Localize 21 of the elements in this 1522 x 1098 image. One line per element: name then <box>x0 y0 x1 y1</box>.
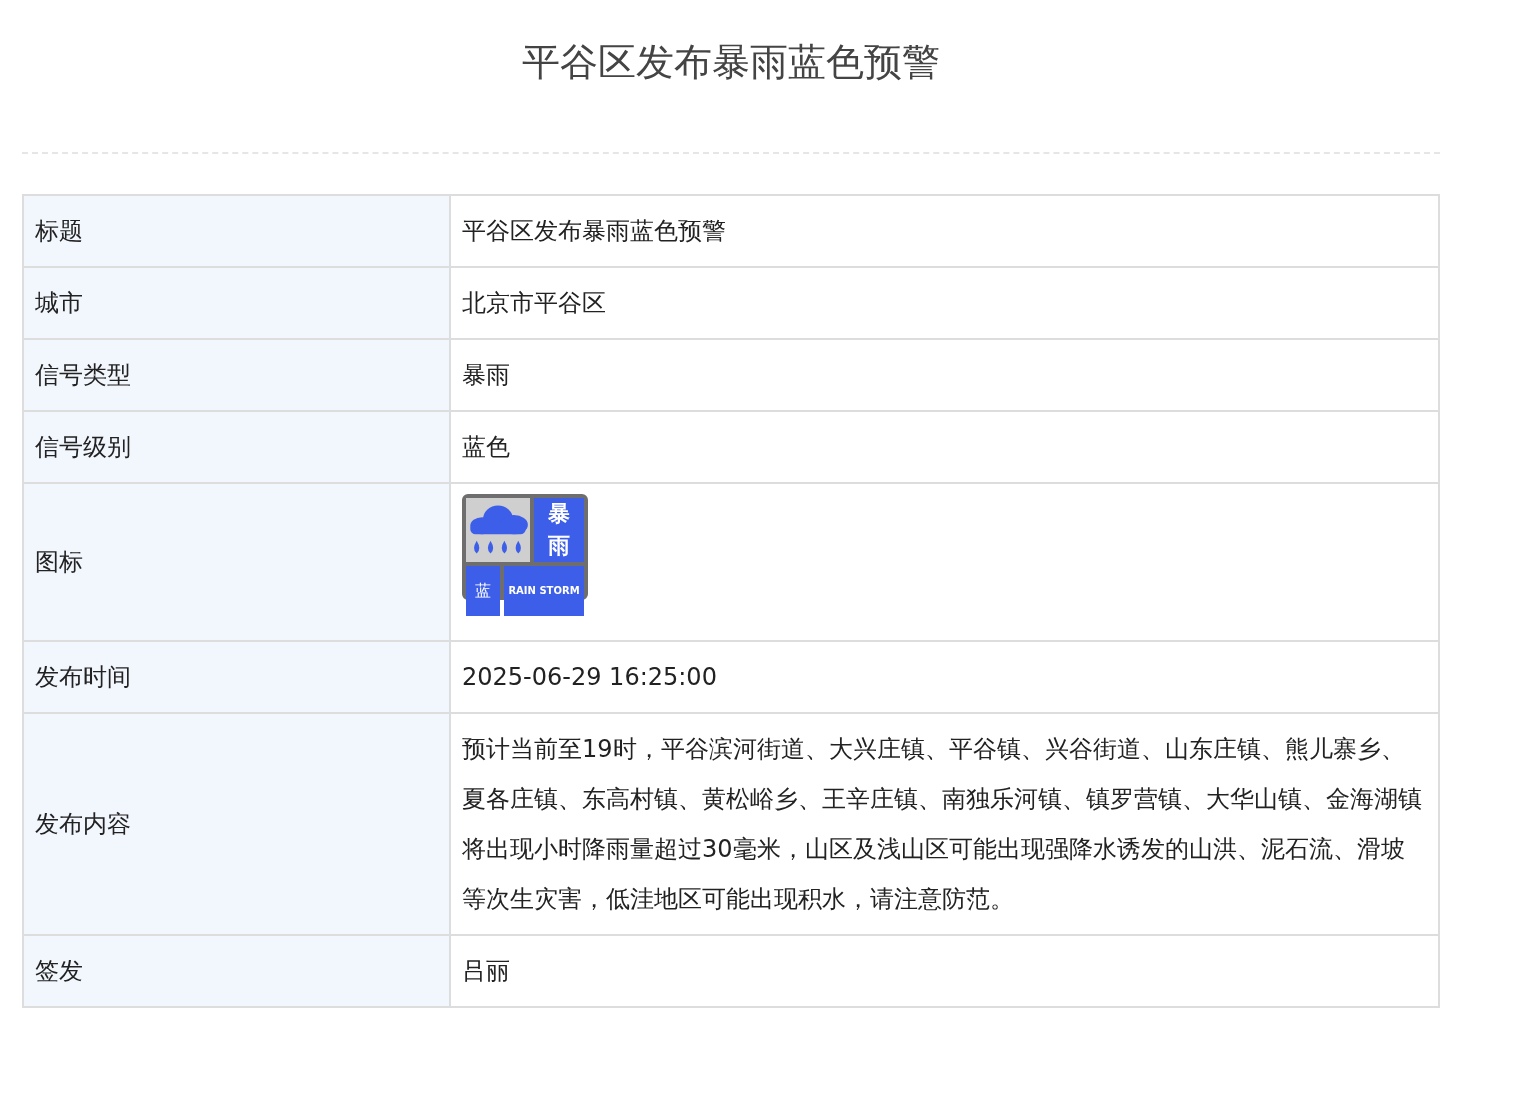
field-value: 北京市平谷区 <box>450 267 1439 339</box>
sign-caption: RAIN STORM <box>504 566 584 616</box>
field-label: 信号级别 <box>23 411 450 483</box>
sign-level: 蓝 <box>466 566 500 616</box>
field-value: 暴雨 <box>450 339 1439 411</box>
field-label: 发布内容 <box>23 713 450 935</box>
rain-cloud-icon <box>466 498 530 562</box>
field-label: 标题 <box>23 195 450 267</box>
field-label: 城市 <box>23 267 450 339</box>
sign-character: 暴 <box>548 501 570 527</box>
field-value: 预计当前至19时，平谷滨河街道、大兴庄镇、平谷镇、兴谷街道、山东庄镇、熊儿寨乡、夏各庄镇、东高村镇、黄松峪乡、王辛庄镇、南独乐河镇、镇罗营镇、大华山镇、金海湖镇将出现小时降雨量超过30毫米，山区及浅山区可能出现强降水诱发的山洪、泥石流、滑坡等次生灾害，低洼地区可能出现积水，请注意防范。 <box>450 713 1439 935</box>
field-value: 2025-06-29 16:25:00 <box>450 641 1439 713</box>
field-value: 蓝色 <box>450 411 1439 483</box>
sign-character: 雨 <box>548 533 570 559</box>
field-label: 签发 <box>23 935 450 1007</box>
field-value: 吕丽 <box>450 935 1439 1007</box>
field-label: 信号类型 <box>23 339 450 411</box>
field-value: 平谷区发布暴雨蓝色预警 <box>450 195 1439 267</box>
page-title: 平谷区发布暴雨蓝色预警 <box>521 39 941 86</box>
field-label: 图标 <box>23 483 450 641</box>
field-label: 发布时间 <box>23 641 450 713</box>
